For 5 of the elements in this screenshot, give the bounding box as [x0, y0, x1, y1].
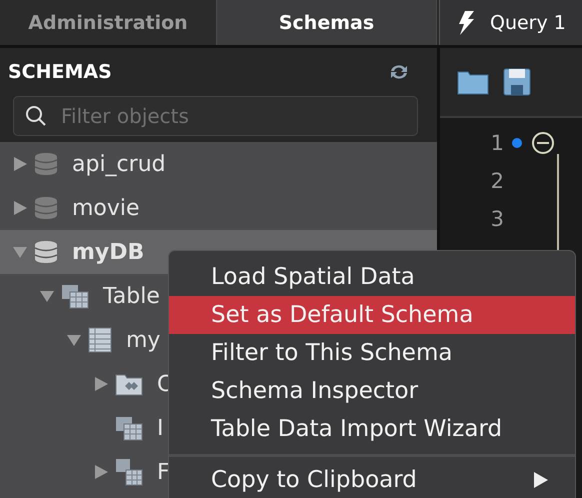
- line-number: 1: [490, 131, 504, 155]
- line-number: 3: [490, 207, 504, 231]
- line-number: 2: [490, 169, 504, 193]
- panel-title: SCHEMAS: [8, 61, 112, 83]
- tab-label: Query 1: [490, 12, 566, 34]
